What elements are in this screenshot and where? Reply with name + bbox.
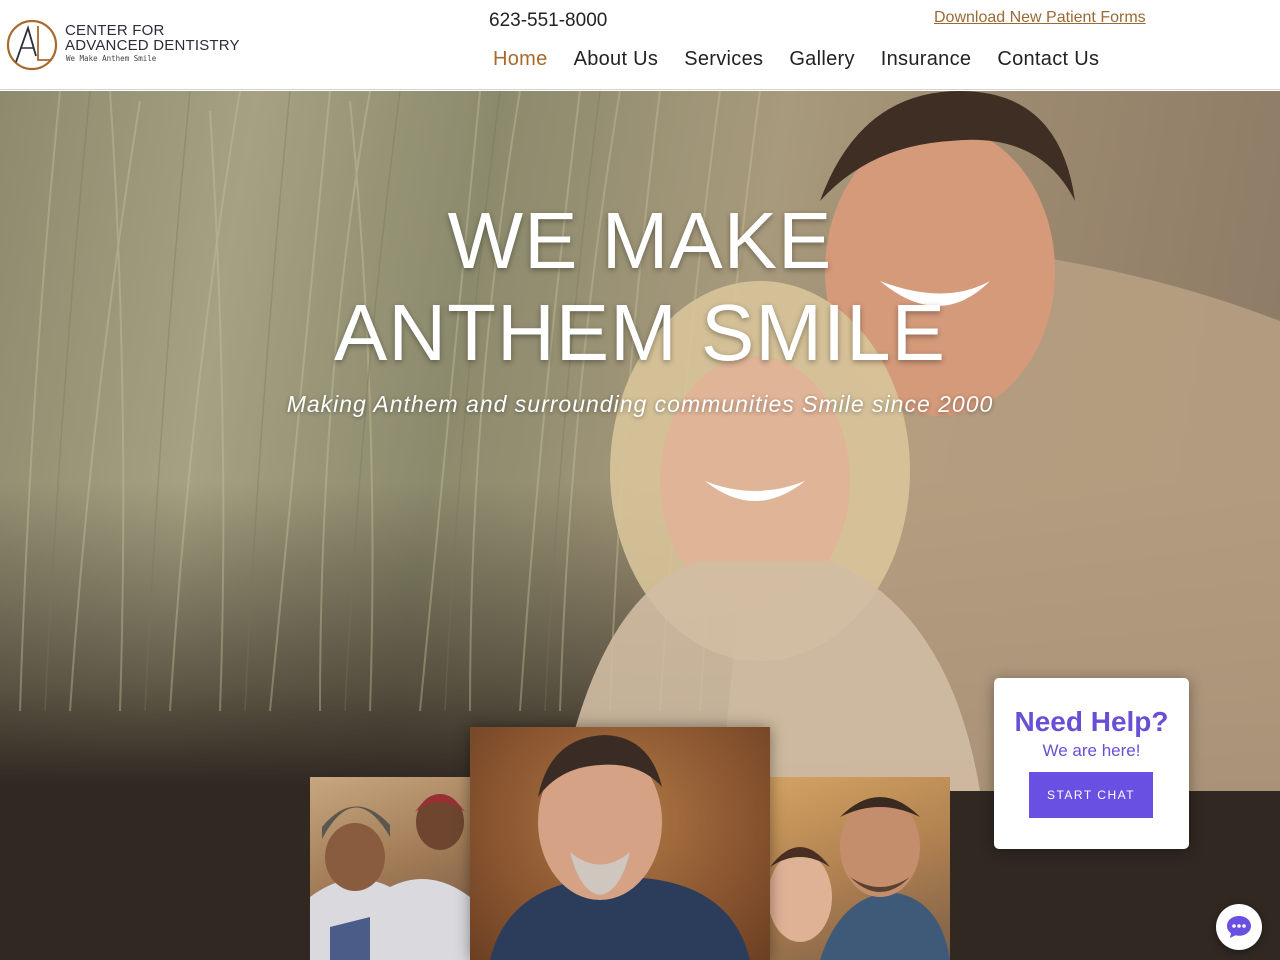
nav-item-home[interactable]: Home [480,48,561,71]
download-forms-link[interactable]: Download New Patient Forms [934,9,1146,27]
logo-tagline: We Make Anthem Smile [66,54,157,63]
nav-item-contact-us[interactable]: Contact Us [984,48,1112,71]
start-chat-button[interactable]: START CHAT [1029,772,1153,818]
hero-subtitle: Making Anthem and surrounding communitie… [286,391,994,417]
nav-item-about-us[interactable]: About Us [561,48,672,71]
logo[interactable]: CENTER FOR ADVANCED DENTISTRY We Make An… [6,16,246,74]
nav-item-insurance[interactable]: Insurance [868,48,985,71]
hero-title-line2: ANTHEM SMILE [333,288,947,377]
hero-title-line1: WE MAKE [447,196,833,285]
help-subtitle: We are here! [1042,741,1141,760]
dentist-portrait-photo [470,727,770,960]
help-widget: Need Help? We are here! START CHAT [994,678,1189,849]
family-photo-left [310,777,470,960]
ad-monogram-logo-icon [6,19,58,71]
phone-link[interactable]: 623-551-8000 [489,10,607,32]
hero-title: WE MAKE ANTHEM SMILE [0,195,1280,379]
main-nav: Home About Us Services Gallery Insurance… [480,48,1112,71]
chat-bubble-icon [1227,916,1251,938]
help-title: Need Help? [1014,706,1169,737]
couple-photo-right [770,777,950,960]
logo-name-line2: ADVANCED DENTISTRY [65,37,240,54]
nav-item-gallery[interactable]: Gallery [776,48,867,71]
nav-item-services[interactable]: Services [671,48,776,71]
chat-launcher-button[interactable] [1216,904,1262,950]
site-header: CENTER FOR ADVANCED DENTISTRY We Make An… [0,0,1280,90]
